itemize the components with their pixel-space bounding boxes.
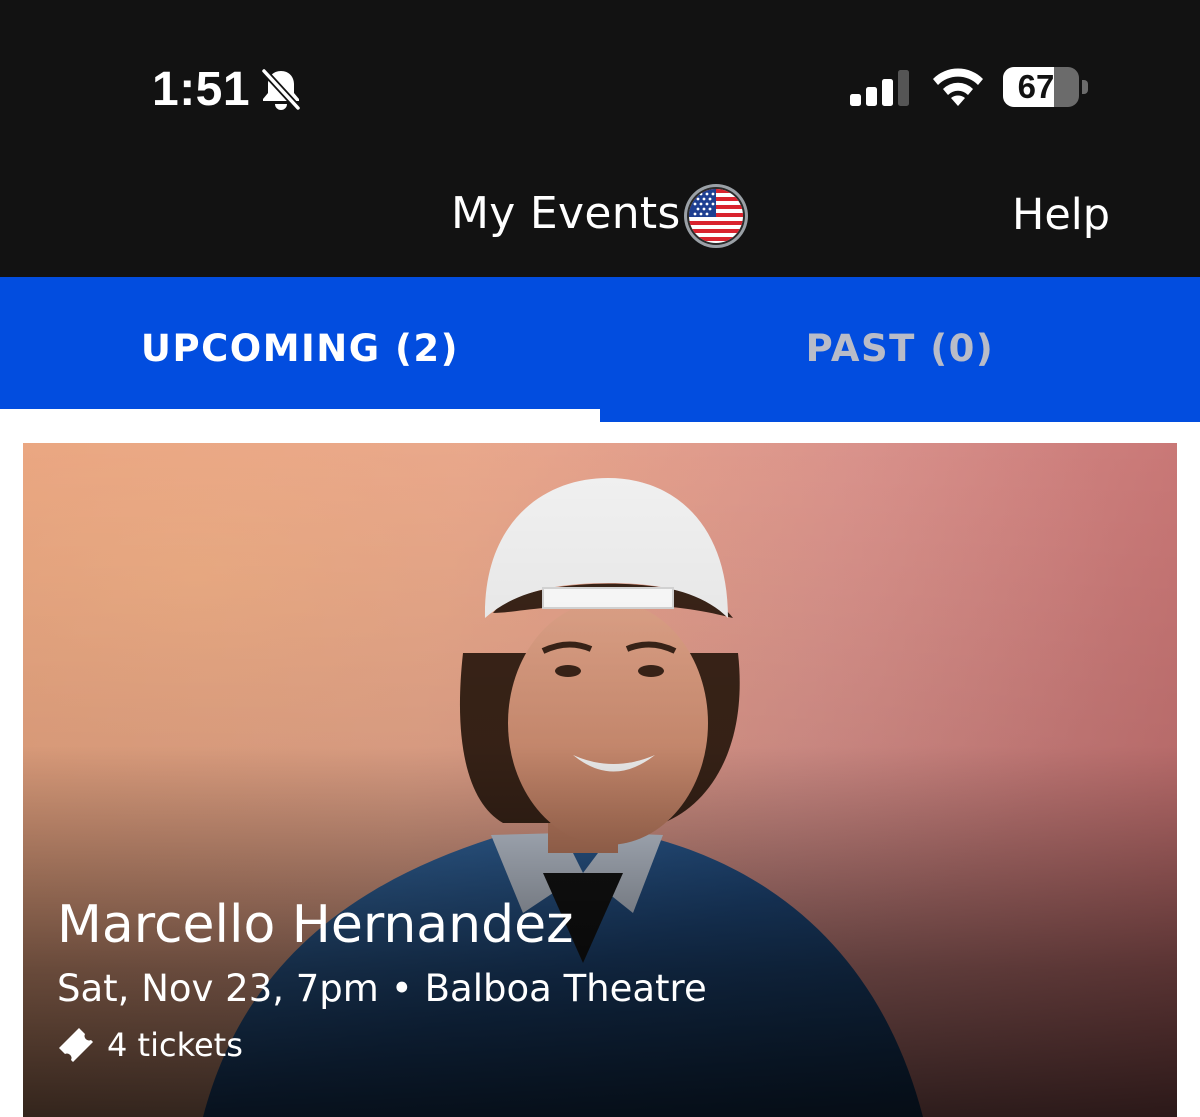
event-tabs: UPCOMING (2) PAST (0) — [0, 277, 1200, 422]
event-details: Sat, Nov 23, 7pm • Balboa Theatre — [57, 967, 707, 1010]
event-title: Marcello Hernandez — [57, 895, 574, 955]
my-events-screen: 1:51 67 My Events Help UPCOMING (2) PAST… — [0, 0, 1200, 1117]
event-venue: Balboa Theatre — [424, 967, 707, 1010]
ticket-icon — [59, 1028, 93, 1062]
us-flag-icon[interactable] — [683, 183, 749, 249]
battery-icon: 67 — [1003, 67, 1079, 107]
top-bar: 1:51 67 My Events Help — [0, 0, 1200, 277]
event-date-time: Sat, Nov 23, 7pm — [57, 967, 379, 1010]
tab-upcoming-label: UPCOMING (2) — [140, 327, 460, 370]
event-tickets-label: 4 tickets — [107, 1026, 243, 1064]
event-separator: • — [390, 967, 413, 1010]
battery-nub — [1082, 80, 1088, 94]
tab-past-label: PAST (0) — [805, 327, 995, 370]
bell-slash-icon — [260, 67, 302, 112]
page-title: My Events — [451, 188, 681, 239]
wifi-icon — [933, 68, 983, 106]
tab-active-indicator — [0, 409, 600, 422]
help-link[interactable]: Help — [1012, 190, 1110, 240]
status-time: 1:51 — [152, 63, 251, 116]
event-card[interactable]: Marcello Hernandez Sat, Nov 23, 7pm • Balb… — [23, 443, 1177, 1117]
battery-indicator: 67 — [1003, 67, 1088, 107]
battery-percent: 67 — [1017, 68, 1055, 105]
tab-upcoming[interactable]: UPCOMING (2) — [0, 277, 600, 422]
cellular-signal-icon — [850, 70, 909, 106]
event-photo-overlay — [23, 443, 1177, 1117]
tab-past[interactable]: PAST (0) — [600, 277, 1200, 422]
event-ticket-count: 4 tickets — [55, 1025, 243, 1065]
